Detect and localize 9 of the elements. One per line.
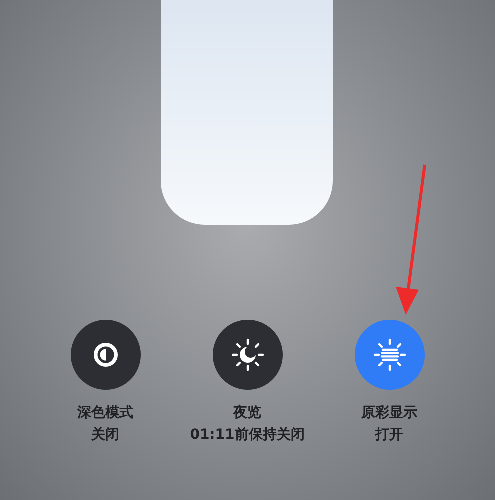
toggle-label: 夜览 (234, 404, 262, 423)
toggle-label: 原彩显示 (362, 404, 418, 423)
toggle-status: 01:11前保持关闭 (190, 426, 305, 445)
toggle-status: 打开 (376, 426, 404, 445)
sun-moon-icon (230, 338, 264, 372)
toggle-label: 深色模式 (78, 404, 134, 423)
contrast-icon (92, 341, 120, 369)
toggle-status: 关闭 (92, 426, 120, 445)
sun-icon (372, 338, 406, 372)
